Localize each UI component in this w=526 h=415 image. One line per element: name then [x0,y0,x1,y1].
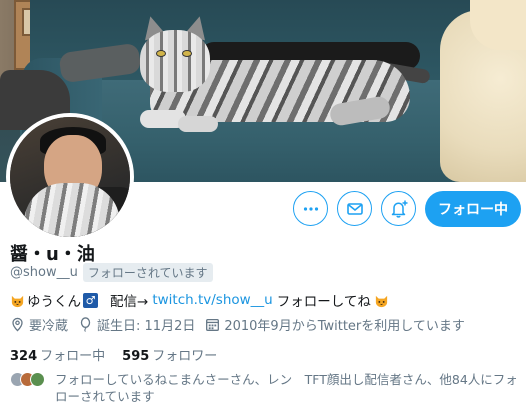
following-button[interactable]: フォロー中 [425,191,521,227]
more-options-button[interactable] [293,191,328,226]
direct-message-button[interactable] [337,191,372,226]
birthday-text: 誕生日: 11月2日 [97,319,196,334]
birthday-item: 誕生日: 11月2日 [78,315,195,334]
bio-stream-label: 配信→ [110,294,149,310]
location-item: 要冷蔵 [10,315,68,334]
mutual-avatar [30,372,45,387]
calendar-icon [206,318,220,331]
banner-cat-paw-back [178,116,218,132]
male-sign-emoji: ♂ [83,292,98,308]
followers-label: フォロワー [152,349,218,364]
following-count-link[interactable]: 324 フォロー中 [10,345,105,364]
location-text: 要冷蔵 [29,319,69,334]
followers-count-link[interactable]: 595 フォロワー [122,345,217,364]
follow-counts: 324 フォロー中 595 フォロワー [10,345,234,364]
follows-you-badge: フォローされています [82,263,213,282]
envelope-icon [346,202,363,215]
notifications-button[interactable] [381,191,416,226]
followers-you-know[interactable]: フォローしているねこまんさーさん、レン TFT顔出し配信者さん、他84人にフォロ… [10,371,520,405]
bio-twitch-link[interactable]: twitch.tv/show__u [152,292,272,308]
following-count: 324 [10,349,38,364]
avatar-cat [24,183,120,237]
joined-item: 2010年9月からTwitterを利用しています [205,315,465,334]
more-icon [303,206,318,211]
followers-count: 595 [122,349,150,364]
bio-name-part: ゆうくん [27,294,81,310]
handle-row: @show__u フォローされています [10,263,213,282]
joined-text: 2010年9月からTwitterを利用しています [224,319,465,334]
bell-plus-icon [391,200,407,218]
bio-tail-text: フォローしてね [276,294,371,310]
profile-bio: ゆうくん ♂ 配信→ twitch.tv/show__u フォローしてね [10,290,391,310]
followers-you-know-text: フォローしているねこまんさーさん、レン TFT顔出し配信者さん、他84人にフォロ… [55,372,518,404]
cat-face-emoji [375,295,387,307]
mutual-avatars [10,371,45,405]
location-pin-icon [12,317,23,332]
banner-cat-head [140,30,210,92]
profile-meta: 要冷蔵 誕生日: 11月2日 2010年9月からTwitterを利用しています [10,315,475,334]
banner-cat-eye-right [182,50,192,57]
following-label: フォロー中 [40,349,106,364]
profile-avatar[interactable] [6,113,134,241]
handle: @show__u [10,265,78,280]
cat-face-emoji [11,295,24,307]
balloon-icon [80,317,91,332]
banner-cat-eye-left [156,50,166,57]
